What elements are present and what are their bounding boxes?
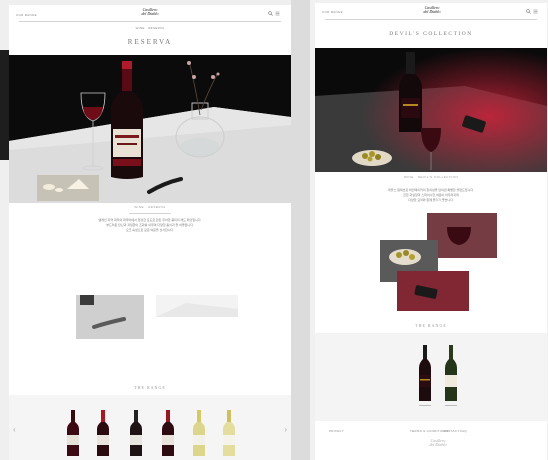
devils-description: 데블스 컬렉션은 와인메이커의 창의성을 담아낸 특별한 블렌드입니다. 진한 … [355,188,507,203]
reserva-description: 멜레인 지역 최적의 테루아에서 엄선한 포도로 만든 우아한 풍미의 레드 와… [54,218,246,233]
logo-line-2: del Diablo [423,9,441,14]
menu-icon[interactable] [275,11,280,16]
description-line-3: 다양한 요리와 함께 즐기기 좋습니다. [408,198,454,202]
search-icon[interactable] [268,11,273,16]
range-showcase [315,333,547,421]
header-divider [325,19,537,20]
reserva-page: OUR RANGE Casillero del Diablo WINE · RE… [9,5,291,460]
hero-caption: WINE · RESERVA [134,205,166,209]
caption-divider [129,213,171,214]
hero-image [9,55,291,203]
bottle-item [193,410,205,456]
footer-logo[interactable]: Casillero del Diablo [425,439,451,447]
nav-link-our-range[interactable]: OUR RANGE [16,13,37,17]
detail-photo-linen [156,295,238,317]
range-carousel: ‹ › [9,395,291,460]
range-section-title: THE RANGE [415,323,447,328]
background-tile [0,50,9,160]
photo-collage [380,213,497,311]
detail-photo-corkscrew [76,295,144,339]
range-section-title: THE RANGE [134,385,166,390]
page-title: DEVIL'S COLLECTION [389,31,473,37]
header-divider [19,21,281,22]
search-icon[interactable] [526,9,531,14]
hero-image [315,48,547,172]
breadcrumb: WINE · RESERVA [135,26,165,30]
footer-link-faq[interactable]: FAQ [460,429,467,433]
range-bottles [67,410,235,456]
background-tile [291,0,310,460]
brand-logo[interactable]: Casillero del Diablo [137,8,163,16]
bottle-item [67,410,79,456]
bottle-item [223,410,235,456]
bottle-item [97,410,109,456]
bottle-item [130,410,142,456]
footer-link-privacy[interactable]: PRIVACY [329,429,344,433]
bottle-item [419,345,431,401]
nav-link-our-range[interactable]: OUR RANGE [322,10,343,14]
devils-collection-page: OUR RANGE Casillero del Diablo DEVIL'S C… [315,3,547,460]
bottle-item [162,410,174,456]
range-bottles [419,345,457,406]
site-header: OUR RANGE Casillero del Diablo WINE · RE… [9,5,291,55]
page-title: RESERVA [127,38,173,46]
logo-line-2: del Diablo [141,11,159,16]
footer-link-contact[interactable]: CONTACT [443,429,459,433]
bottle-item [445,345,457,401]
brand-logo[interactable]: Casillero del Diablo [419,6,445,14]
site-footer: PRIVACY TERMS & CONDITIONS CONTACT FAQ C… [315,421,547,460]
hero-caption: WINE · DEVIL'S COLLECTION [403,175,459,179]
description-line-3: 오크 숙성으로 깊은 여운을 선사합니다. [125,228,175,232]
site-header: OUR RANGE Casillero del Diablo DEVIL'S C… [315,3,547,51]
footer-logo-line-2: del Diablo [429,442,447,447]
menu-icon[interactable] [533,9,538,14]
